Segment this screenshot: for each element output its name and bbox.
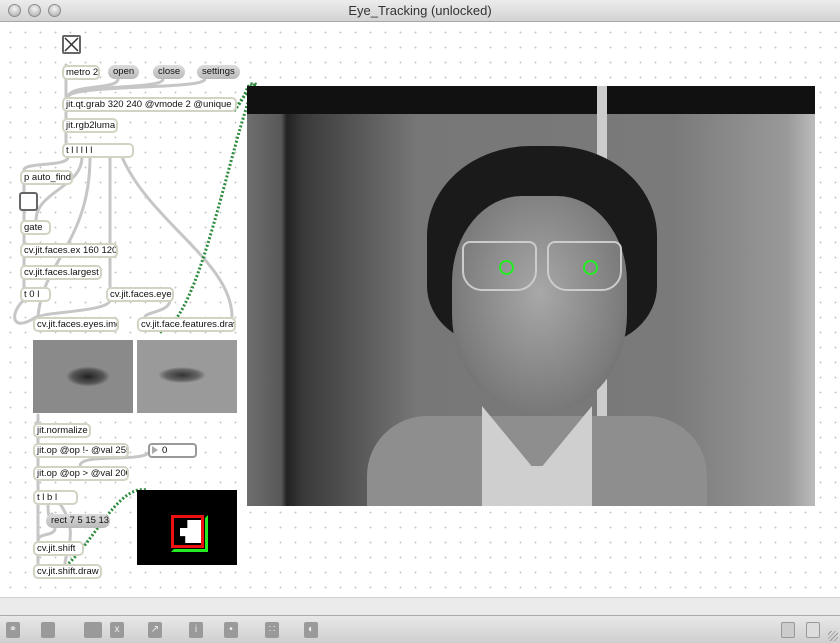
op-invert-object[interactable]: jit.op @op !- @val 255 [33, 443, 129, 458]
metro-object[interactable]: metro 2 [62, 65, 100, 80]
faces-ex-object[interactable]: cv.jit.faces.ex 160 120 [20, 243, 118, 258]
shift-object[interactable]: cv.jit.shift [33, 541, 84, 556]
grid-chart-icon[interactable]: ↗ [148, 622, 162, 638]
threshold-display [137, 490, 237, 565]
rgb2luma-object[interactable]: jit.rgb2luma [62, 118, 118, 133]
trigger-lbl-object[interactable]: t l b l [33, 490, 78, 505]
normalize-object[interactable]: jit.normalize [33, 423, 91, 438]
grid-icon[interactable]: ∷ [265, 622, 279, 638]
trigger-object[interactable]: t l l l l l [62, 143, 134, 158]
toggle[interactable] [62, 35, 81, 54]
settings-message[interactable]: settings [197, 65, 240, 79]
title-bar: Eye_Tracking (unlocked) [0, 0, 840, 22]
trigger-0-object[interactable]: t 0 l [20, 287, 51, 302]
faces-largest-object[interactable]: cv.jit.faces.largest [20, 265, 102, 280]
gate-object[interactable]: gate [20, 220, 51, 235]
right-eye-marker [583, 260, 598, 275]
features-draw-object[interactable]: cv.jit.face.features.draw [137, 317, 236, 332]
clear-icon[interactable]: x [110, 622, 124, 638]
rect-message[interactable]: rect 7 5 15 13 [46, 514, 110, 528]
grab-object[interactable]: jit.qt.grab 320 240 @vmode 2 @unique 1 [62, 97, 237, 112]
left-eye-marker [499, 260, 514, 275]
faces-eyes-object[interactable]: cv.jit.faces.eyes [106, 287, 174, 302]
palette-icon[interactable]: ◐ [304, 622, 318, 638]
eyes-img-object[interactable]: cv.jit.faces.eyes.img [33, 317, 119, 332]
auto-find-subpatch[interactable]: p auto_find [20, 170, 73, 185]
close-message[interactable]: close [153, 65, 186, 79]
open-message[interactable]: open [108, 65, 140, 79]
patcher-canvas[interactable]: metro 2 open close settings jit.qt.grab … [0, 22, 840, 597]
info-icon[interactable]: i [189, 622, 203, 638]
new-object-icon[interactable] [84, 622, 102, 638]
horizontal-scrollbar[interactable] [0, 597, 840, 615]
split-bottom-icon[interactable] [781, 622, 795, 638]
patcher-toolbar: ⚭ x ↗ i • ∷ ◐ [0, 615, 840, 643]
left-eye-display [33, 340, 133, 413]
presentation-icon[interactable] [41, 622, 55, 638]
window-title: Eye_Tracking (unlocked) [348, 3, 492, 18]
bang-button[interactable] [19, 192, 38, 211]
split-side-icon[interactable] [806, 622, 820, 638]
close-window-button[interactable] [8, 4, 21, 17]
camera-display [247, 86, 815, 506]
shift-draw-object[interactable]: cv.jit.shift.draw [33, 564, 102, 579]
patch-cord-icon[interactable]: • [224, 622, 238, 638]
number-arrow-icon [152, 446, 158, 454]
lock-icon[interactable]: ⚭ [6, 622, 20, 638]
number-value: 0 [162, 445, 168, 456]
minimize-window-button[interactable] [28, 4, 41, 17]
right-eye-display [137, 340, 237, 413]
toggle-x-icon [64, 37, 79, 52]
op-threshold-object[interactable]: jit.op @op > @val 200 [33, 466, 129, 481]
zoom-window-button[interactable] [48, 4, 61, 17]
number-box[interactable]: 0 [148, 443, 197, 458]
resize-grip-icon[interactable] [828, 631, 838, 641]
